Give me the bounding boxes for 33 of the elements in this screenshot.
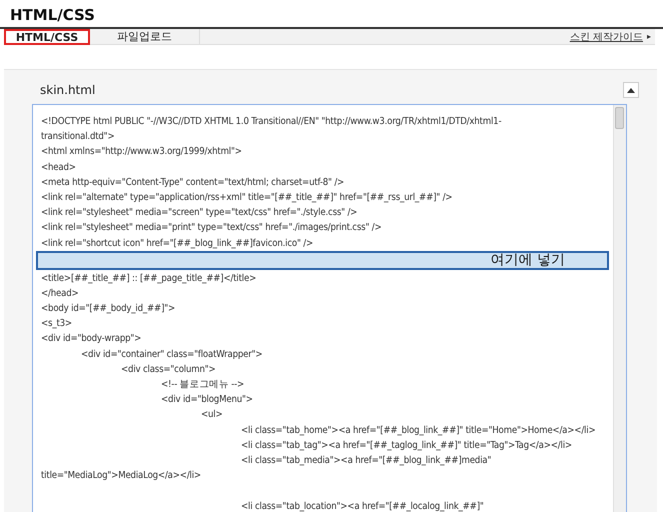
- code-line: title="MediaLog">MediaLog</a></li>: [41, 469, 202, 484]
- code-line: <link rel="stylesheet" media="print" type="text/css" href="./images/print.css" />: [41, 221, 383, 236]
- code-line: <link rel="alternate" type="application/rss+xml" title="[##_title_##]" href="[##_rss_url_##]" />: [41, 190, 454, 205]
- caret-up-icon: [627, 88, 635, 92]
- code-line: <li class="tab_tag"><a href="[##_taglog_link_##]" title="Tag">Tag</a></li>: [240, 438, 573, 453]
- file-name: skin.html: [40, 83, 96, 97]
- code-editor[interactable]: [32, 104, 627, 512]
- code-line: <meta http-equiv="Content-Type" content="text/html; charset=utf-8" />: [41, 176, 346, 190]
- code-line: <li class="tab_media"><a href="[##_blog_link_##]media": [240, 454, 492, 468]
- code-line: <div class="column">: [120, 362, 217, 377]
- code-line: <head>: [41, 160, 77, 175]
- code-line: <div id="container" class="floatWrapper">: [80, 348, 264, 362]
- code-line: <!DOCTYPE html PUBLIC "-//W3C//DTD XHTML 1.0 Transitional//EN" "http://www.w3.org/TR/xhtml1/DTD/xhtml1-: [41, 115, 502, 129]
- code-line: <ul>: [200, 408, 224, 422]
- collapse-button[interactable]: [623, 82, 639, 98]
- code-line: <div id="blogMenu">: [160, 393, 254, 408]
- code-line: <li class="tab_location"><a href="[##_localog_link_##]": [240, 500, 485, 512]
- skin-guide-link[interactable]: 스킨 제작가이드: [570, 30, 643, 44]
- code-line: <li class="tab_home"><a href="[##_blog_link_##]" title="Home">Home</a></li>: [240, 424, 596, 438]
- code-line: transitional.dtd">: [41, 130, 116, 144]
- code-line: <link rel="stylesheet" media="screen" type="text/css" href="./style.css" />: [41, 206, 358, 220]
- code-line: <s_t3>: [41, 317, 73, 332]
- insert-here-label: 여기에 넣기: [490, 251, 565, 270]
- arrow-icon: ▸: [646, 32, 651, 41]
- scrollbar[interactable]: [613, 105, 626, 512]
- code-line: <body id="[##_body_id_##]">: [41, 302, 176, 316]
- code-line: <html xmlns="http://www.w3.org/1999/xhtml">: [41, 145, 243, 160]
- code-line: <div id="body-wrapp">: [41, 332, 142, 346]
- code-line: <!-- 블로그메뉴 -->: [160, 378, 246, 392]
- code-line: <link rel="shortcut icon" href="[##_blog_link_##]favicon.ico" />: [41, 236, 314, 250]
- tab[interactable]: HTML/CSS: [4, 29, 90, 45]
- code-line: <title>[##_title_##] :: [##_page_title_##]</title>: [41, 272, 258, 286]
- code-line: </head>: [41, 286, 80, 301]
